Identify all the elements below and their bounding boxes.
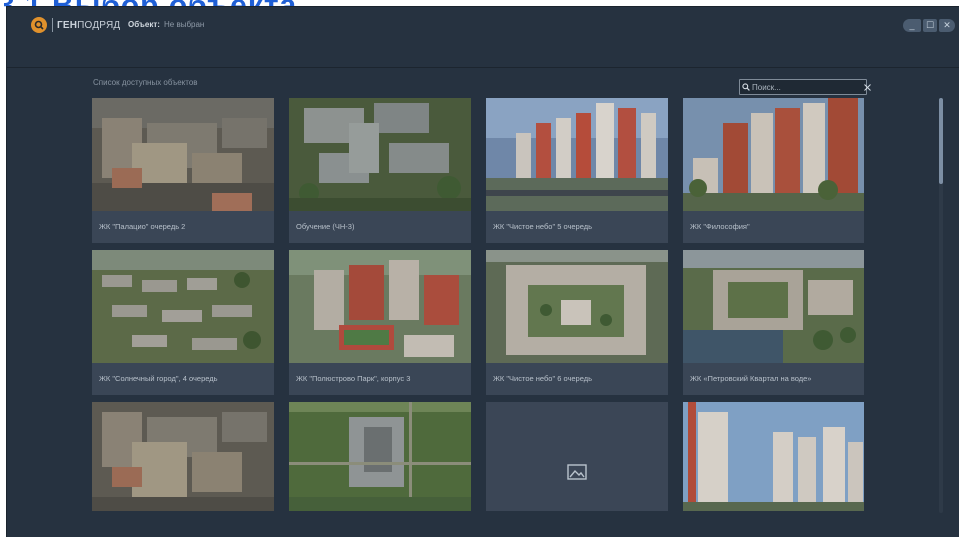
object-card[interactable] [683, 402, 864, 511]
image-placeholder-icon [567, 464, 587, 485]
minimize-button[interactable]: _ [903, 19, 921, 32]
object-label: ЖК "Палацио" очередь 2 [99, 222, 186, 231]
search-icon [742, 80, 750, 94]
scrollbar-thumb[interactable] [939, 98, 943, 184]
object-card[interactable]: ЖК "Философия" [683, 98, 864, 243]
object-photo [92, 250, 274, 363]
object-photo [289, 98, 471, 211]
image-placeholder [486, 402, 668, 511]
object-photo [289, 250, 471, 363]
clear-search-icon[interactable] [864, 80, 871, 94]
object-value[interactable]: Не выбран [164, 20, 204, 29]
app-window: ГЕНПОДРЯД Объект: Не выбран _ ☐ ✕ Список… [7, 7, 959, 537]
object-label: ЖК "Чистое небо" 6 очередь [493, 374, 592, 383]
logo-divider [52, 18, 53, 32]
object-card[interactable]: ЖК "Полюстрово Парк", корпус 3 [289, 250, 471, 395]
object-label: ЖК "Солнечный город", 4 очередь [99, 374, 218, 383]
app-logo: ГЕНПОДРЯД [31, 17, 120, 33]
window-controls: _ ☐ ✕ [903, 19, 955, 32]
object-card[interactable] [486, 402, 668, 511]
object-photo [289, 402, 471, 511]
object-card[interactable] [289, 402, 471, 511]
object-photo [683, 250, 864, 363]
object-photo [486, 98, 668, 211]
search-logo-icon [31, 17, 47, 33]
object-card[interactable]: ЖК "Палацио" очередь 2 [92, 98, 274, 243]
scrollbar[interactable] [939, 98, 943, 513]
objects-grid: ЖК "Палацио" очередь 2 Обучение (ЧН-3) Ж… [92, 98, 864, 511]
object-card[interactable]: ЖК "Чистое небо" 6 очередь [486, 250, 668, 395]
object-label: ЖК "Чистое небо" 5 очередь [493, 222, 592, 231]
object-photo [683, 402, 864, 511]
object-label: ЖК "Полюстрово Парк", корпус 3 [296, 374, 411, 383]
object-label: ЖК «Петровский Квартал на воде» [690, 374, 812, 383]
search-box[interactable] [739, 79, 871, 95]
object-label: Обучение (ЧН-3) [296, 222, 355, 231]
object-card[interactable]: ЖК "Солнечный город", 4 очередь [92, 250, 274, 395]
object-label: ЖК "Философия" [690, 222, 750, 231]
list-title: Список доступных объектов [93, 78, 198, 87]
object-photo [92, 98, 274, 211]
maximize-button[interactable]: ☐ [923, 19, 937, 32]
object-card[interactable]: ЖК "Чистое небо" 5 очередь [486, 98, 668, 243]
object-photo [683, 98, 864, 211]
object-photo [486, 250, 668, 363]
object-card[interactable] [92, 402, 274, 511]
titlebar: ГЕНПОДРЯД Объект: Не выбран _ ☐ ✕ [7, 7, 959, 68]
object-label: Объект: [128, 20, 160, 29]
close-button[interactable]: ✕ [939, 19, 955, 32]
logo-text: ГЕНПОДРЯД [57, 19, 121, 31]
object-photo [92, 402, 274, 511]
object-card[interactable]: Обучение (ЧН-3) [289, 98, 471, 243]
object-card[interactable]: ЖК «Петровский Квартал на воде» [683, 250, 864, 395]
search-input[interactable] [750, 81, 864, 93]
